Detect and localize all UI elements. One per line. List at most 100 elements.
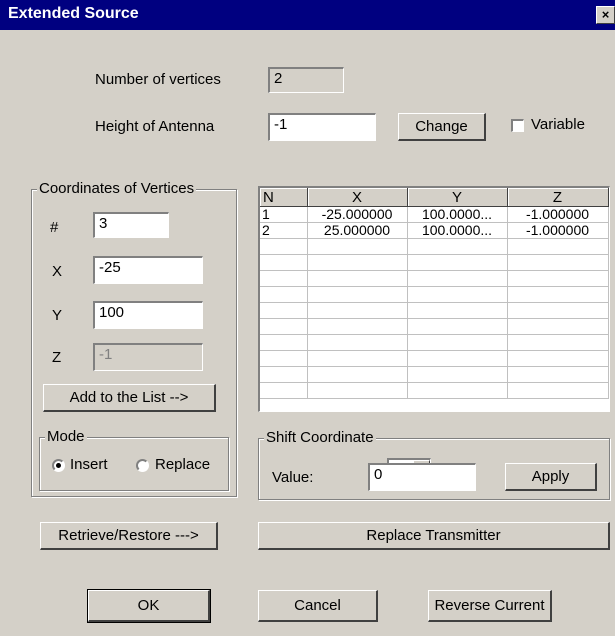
- table-cell[interactable]: [260, 286, 308, 303]
- table-cell[interactable]: [307, 382, 408, 399]
- table-row[interactable]: [260, 270, 609, 287]
- table-cell[interactable]: [507, 270, 609, 287]
- x-label: X: [52, 263, 63, 280]
- apply-button[interactable]: Apply: [505, 463, 597, 491]
- grid-header-x[interactable]: X: [307, 188, 408, 207]
- table-row[interactable]: [260, 302, 609, 319]
- retrieve-restore-button[interactable]: Retrieve/Restore --->: [40, 522, 218, 550]
- vertices-grid[interactable]: N X Y Z 1 -25.000000 100.0000... -1.0000…: [258, 186, 610, 412]
- table-row[interactable]: 2 25.000000 100.0000... -1.000000: [260, 222, 609, 239]
- grid-header-y[interactable]: Y: [407, 188, 508, 207]
- table-cell[interactable]: [407, 270, 508, 287]
- table-cell[interactable]: [407, 318, 508, 335]
- table-cell[interactable]: [260, 366, 308, 383]
- table-cell[interactable]: [507, 366, 609, 383]
- table-cell[interactable]: [507, 286, 609, 303]
- antenna-height-input[interactable]: -1: [268, 113, 376, 141]
- z-input: -1: [93, 343, 203, 371]
- table-cell[interactable]: [307, 238, 408, 255]
- table-cell[interactable]: [407, 350, 508, 367]
- table-cell[interactable]: [407, 334, 508, 351]
- z-label: Z: [52, 349, 62, 366]
- insert-radio[interactable]: [52, 459, 65, 472]
- change-button[interactable]: Change: [398, 113, 486, 141]
- table-cell[interactable]: 2: [260, 222, 308, 239]
- table-cell[interactable]: [407, 238, 508, 255]
- table-cell[interactable]: [260, 254, 308, 271]
- ok-button[interactable]: OK: [87, 589, 211, 623]
- x-input[interactable]: -25: [93, 256, 203, 284]
- vertices-count-field: 2: [268, 67, 344, 93]
- grid-header-z[interactable]: Z: [507, 188, 609, 207]
- table-row[interactable]: [260, 366, 609, 383]
- table-cell[interactable]: [507, 318, 609, 335]
- table-cell[interactable]: [260, 270, 308, 287]
- table-cell[interactable]: [307, 270, 408, 287]
- shift-value-label: Value:: [272, 469, 314, 486]
- index-label: #: [50, 219, 59, 236]
- vertices-label: Number of vertices: [95, 71, 221, 88]
- table-cell[interactable]: 1: [260, 206, 308, 223]
- table-cell[interactable]: [507, 254, 609, 271]
- replace-radio[interactable]: [136, 459, 149, 472]
- table-cell[interactable]: [407, 254, 508, 271]
- grid-header-n[interactable]: N: [260, 188, 308, 207]
- table-row[interactable]: 1 -25.000000 100.0000... -1.000000: [260, 206, 609, 223]
- y-input[interactable]: 100: [93, 301, 203, 329]
- table-row[interactable]: [260, 334, 609, 351]
- reverse-current-button[interactable]: Reverse Current: [428, 590, 552, 622]
- table-cell[interactable]: [507, 350, 609, 367]
- table-cell[interactable]: [507, 334, 609, 351]
- table-cell[interactable]: 100.0000...: [407, 206, 508, 223]
- table-cell[interactable]: [260, 334, 308, 351]
- table-cell[interactable]: [260, 382, 308, 399]
- table-cell[interactable]: 25.000000: [307, 222, 408, 239]
- antenna-height-label: Height of Antenna: [95, 118, 215, 135]
- y-label: Y: [52, 307, 63, 324]
- table-cell[interactable]: [407, 302, 508, 319]
- table-cell[interactable]: [307, 286, 408, 303]
- table-cell[interactable]: -25.000000: [307, 206, 408, 223]
- table-row[interactable]: [260, 238, 609, 255]
- window-title: Extended Source: [8, 5, 139, 22]
- shift-value-input[interactable]: 0: [368, 463, 476, 491]
- table-cell[interactable]: [407, 366, 508, 383]
- table-cell[interactable]: [407, 286, 508, 303]
- shift-coordinate-legend: Shift Coordinate: [264, 429, 376, 446]
- table-row[interactable]: [260, 318, 609, 335]
- table-cell[interactable]: [260, 302, 308, 319]
- table-cell[interactable]: [507, 302, 609, 319]
- table-row[interactable]: [260, 286, 609, 303]
- add-to-list-button[interactable]: Add to the List -->: [43, 384, 216, 412]
- table-cell[interactable]: [307, 254, 408, 271]
- table-cell[interactable]: [507, 382, 609, 399]
- table-cell[interactable]: 100.0000...: [407, 222, 508, 239]
- variable-checkbox[interactable]: [511, 119, 524, 132]
- table-cell[interactable]: [507, 238, 609, 255]
- close-icon: ×: [601, 7, 610, 22]
- table-row[interactable]: [260, 382, 609, 399]
- table-cell[interactable]: [260, 318, 308, 335]
- selected-dot: [56, 463, 61, 468]
- table-cell[interactable]: [307, 302, 408, 319]
- replace-transmitter-button[interactable]: Replace Transmitter: [258, 522, 610, 550]
- coordinates-legend: Coordinates of Vertices: [37, 180, 197, 197]
- table-row[interactable]: [260, 350, 609, 367]
- table-row[interactable]: [260, 254, 609, 271]
- mode-legend: Mode: [45, 428, 87, 445]
- table-cell[interactable]: [307, 350, 408, 367]
- table-cell[interactable]: -1.000000: [507, 206, 609, 223]
- table-cell[interactable]: [307, 366, 408, 383]
- index-input[interactable]: 3: [93, 212, 169, 238]
- table-cell[interactable]: [307, 318, 408, 335]
- table-cell[interactable]: -1.000000: [507, 222, 609, 239]
- table-cell[interactable]: [260, 350, 308, 367]
- table-cell[interactable]: [307, 334, 408, 351]
- table-cell[interactable]: [407, 382, 508, 399]
- variable-label: Variable: [531, 116, 585, 133]
- replace-radio-label: Replace: [155, 456, 211, 473]
- insert-radio-label: Insert: [70, 456, 108, 473]
- close-button[interactable]: ×: [596, 6, 615, 24]
- table-cell[interactable]: [260, 238, 308, 255]
- cancel-button[interactable]: Cancel: [258, 590, 378, 622]
